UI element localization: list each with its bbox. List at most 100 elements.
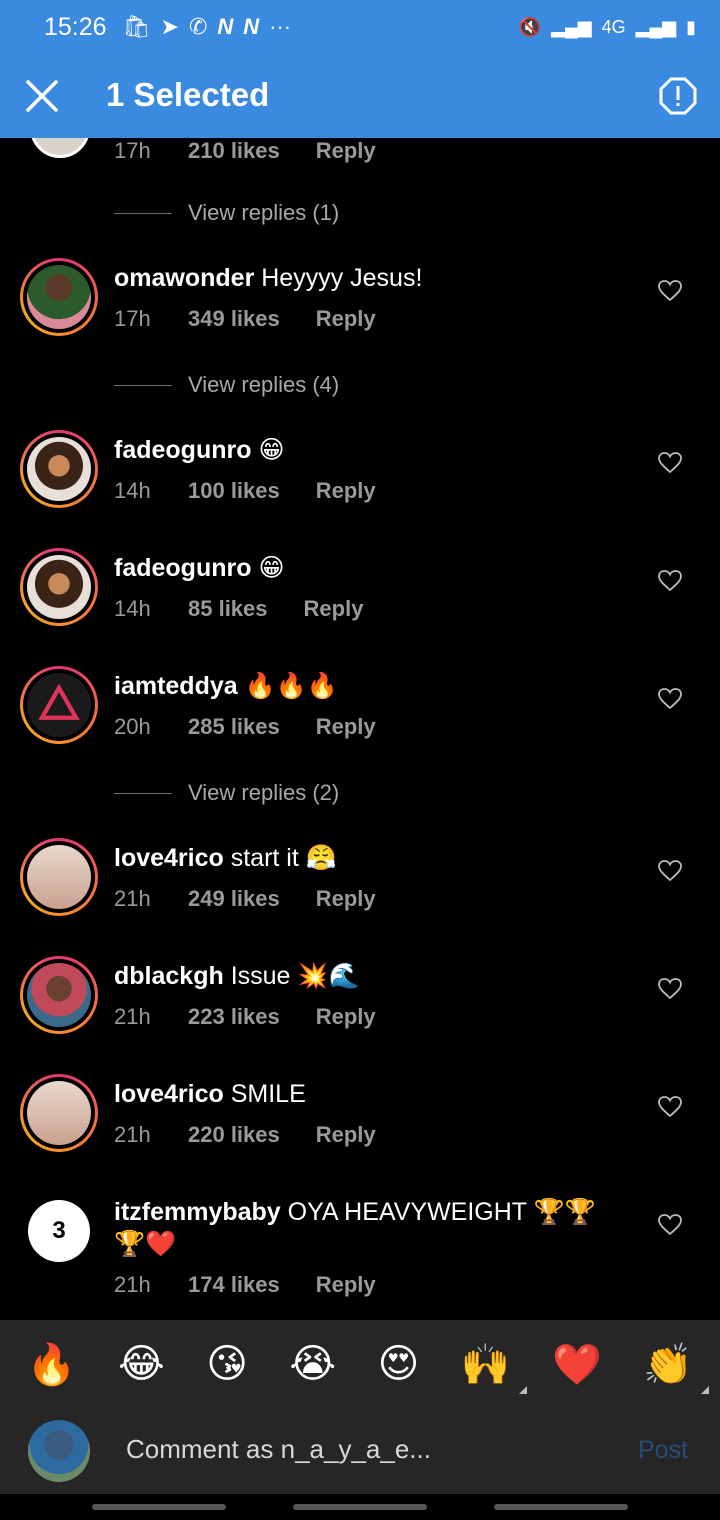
comment-username[interactable]: itzfemmybaby [114,1198,281,1226]
heart-emoji-button[interactable]: ❤️ [552,1341,602,1388]
comment-text: love4rico start it 😤 [114,842,634,874]
emoji-quick-bar: 🔥 😂 😘 😭 😍 🙌 ❤️ 👏 [0,1320,720,1408]
comment-item[interactable]: iamteddya 🔥🔥🔥 20h 285 likes Reply [0,666,720,766]
reply-button[interactable]: Reply [316,1122,376,1148]
comment-item[interactable]: fadeogunro 😁 14h 100 likes Reply [0,430,720,530]
comment-time: 17h [114,138,151,163]
comment-likes[interactable]: 220 likes [188,1122,280,1148]
comment-likes[interactable]: 223 likes [188,1004,280,1030]
avatar[interactable] [20,838,98,916]
comment-likes[interactable]: 349 likes [188,306,280,332]
laughing-emoji-button[interactable]: 😂 [118,1341,165,1387]
post-button[interactable]: Post [638,1436,688,1465]
avatar[interactable] [20,430,98,508]
comments-list: 17h 210 likes Reply View replies (1) oma… [0,138,720,1320]
comment-item[interactable]: dblackgh Issue 💥🌊 21h 223 likes Reply [0,956,720,1056]
like-heart-icon[interactable] [658,280,682,302]
raised-hands-emoji: 🙌 [460,1342,511,1387]
divider [114,212,172,214]
comment-meta: 14h 85 likes Reply [114,596,363,622]
comment-likes[interactable]: 100 likes [188,478,280,504]
comment-text: dblackgh Issue 💥🌊 [114,960,634,992]
comment-body: Issue 💥🌊 [223,962,360,990]
comment-item[interactable]: omawonder Heyyyy Jesus! 17h 349 likes Re… [0,258,720,358]
comment-text: fadeogunro 😁 [114,552,634,584]
comment-time: 21h [114,1272,151,1297]
reply-button[interactable]: Reply [316,714,376,740]
avatar[interactable] [30,138,90,158]
divider [114,792,172,794]
report-button[interactable] [658,76,698,116]
avatar[interactable] [20,666,98,744]
reply-button[interactable]: Reply [316,138,376,164]
like-heart-icon[interactable] [658,688,682,710]
whatsapp-icon: ✆ [188,14,208,39]
signal-icon: ▂▄▆ [635,16,677,37]
view-replies-button[interactable]: View replies (1) [114,200,339,226]
comment-likes[interactable]: 210 likes [188,138,280,164]
comment-likes[interactable]: 285 likes [188,714,280,740]
comment-likes[interactable]: 174 likes [188,1272,280,1298]
comment-time: 14h [114,596,151,621]
heart-eyes-emoji-button[interactable]: 😍 [378,1341,420,1387]
reply-button[interactable]: Reply [304,596,364,622]
reply-button[interactable]: Reply [316,1272,376,1298]
skin-tone-indicator [701,1385,710,1394]
view-replies-button[interactable]: View replies (2) [114,780,339,806]
signal-icon: ▂▄▆ [551,16,592,37]
4g-icon: 4G [601,16,626,37]
reply-button[interactable]: Reply [316,886,376,912]
raised-hands-emoji-button[interactable]: 🙌 [460,1341,527,1394]
fire-emoji-button[interactable]: 🔥 [27,1341,77,1388]
comment-text: omawonder Heyyyy Jesus! [114,262,634,294]
like-heart-icon[interactable] [658,860,682,882]
avatar[interactable] [20,1074,98,1152]
nav-back-button[interactable] [494,1504,628,1510]
like-heart-icon[interactable] [658,978,682,1000]
report-icon [659,77,697,115]
comment-item[interactable]: love4rico start it 😤 21h 249 likes Reply [0,838,720,938]
alpha-logo-icon [38,683,80,720]
comment-item[interactable]: 3 itzfemmybaby OYA HEAVYWEIGHT 🏆🏆 🏆❤️ 21… [0,1192,720,1312]
like-heart-icon[interactable] [658,1214,682,1236]
like-heart-icon[interactable] [658,452,682,474]
comment-item[interactable]: love4rico SMILE 21h 220 likes Reply [0,1074,720,1174]
nav-recent-button[interactable] [92,1504,226,1510]
nav-home-button[interactable] [293,1504,427,1510]
close-button[interactable] [22,76,62,116]
avatar[interactable] [20,548,98,626]
like-heart-icon[interactable] [658,1096,682,1118]
comment-text: fadeogunro 😁 [114,434,634,466]
selection-title: 1 Selected [106,76,270,113]
comment-username[interactable]: fadeogunro [114,554,252,582]
reply-button[interactable]: Reply [316,478,376,504]
clap-emoji-button[interactable]: 👏 [643,1341,710,1394]
comment-username[interactable]: dblackgh [114,962,224,990]
crying-emoji-button[interactable]: 😭 [289,1341,336,1387]
comment-item[interactable]: fadeogunro 😁 14h 85 likes Reply [0,548,720,648]
comment-meta: 17h 210 likes Reply [114,138,376,164]
avatar[interactable] [20,956,98,1034]
comment-text: iamteddya 🔥🔥🔥 [114,670,634,702]
avatar[interactable] [20,258,98,336]
comment-input[interactable]: Comment as n_a_y_a_e... [126,1434,431,1465]
comment-meta: 14h 100 likes Reply [114,478,376,504]
status-time: 15:26 [44,12,107,41]
comment-likes[interactable]: 85 likes [188,596,268,622]
comment-username[interactable]: love4rico [114,844,224,872]
like-heart-icon[interactable] [658,570,682,592]
comment-meta: 17h 349 likes Reply [114,306,376,332]
reply-button[interactable]: Reply [316,1004,376,1030]
view-replies-button[interactable]: View replies (4) [114,372,339,398]
comment-username[interactable]: omawonder [114,264,254,292]
comment-meta: 21h 174 likes Reply [114,1272,376,1298]
comment-username[interactable]: love4rico [114,1080,224,1108]
reply-button[interactable]: Reply [316,306,376,332]
kiss-emoji-button[interactable]: 😘 [206,1341,248,1387]
comment-likes[interactable]: 249 likes [188,886,280,912]
comment-username[interactable]: fadeogunro [114,436,252,464]
avatar[interactable]: 3 [28,1200,90,1262]
comment-username[interactable]: iamteddya [114,672,238,700]
view-replies-label: View replies (1) [188,200,340,225]
shopping-bag-icon: 🛍 [122,14,151,39]
